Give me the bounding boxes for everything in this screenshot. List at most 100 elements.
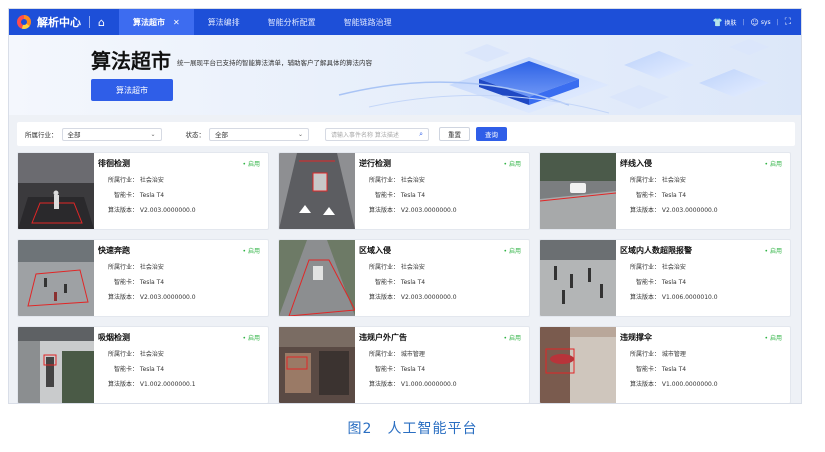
industry-select[interactable]: 全部 ⌄ bbox=[61, 127, 162, 141]
card-title: 吸烟检测 bbox=[98, 333, 130, 342]
field-value: V1.000.0000000.0 bbox=[661, 381, 718, 388]
industry-row: 所属行业： 社会治安 bbox=[622, 175, 686, 184]
field-label: 算法版本： bbox=[368, 294, 399, 301]
tab-link-governance[interactable]: 智能链路治理 bbox=[330, 9, 406, 35]
algorithm-card[interactable]: 快速奔跑 • 启用 所属行业： 社会治安 智能卡： Tesla T4 算法版本：… bbox=[17, 239, 269, 317]
user-menu[interactable]: ☺ sys bbox=[751, 18, 771, 27]
field-value: Tesla T4 bbox=[139, 279, 165, 286]
tab-analysis-config[interactable]: 智能分析配置 bbox=[254, 9, 330, 35]
status-badge: • 启用 bbox=[503, 335, 521, 342]
query-button[interactable]: 查询 bbox=[476, 127, 507, 141]
card-row: 智能卡： Tesla T4 bbox=[622, 277, 686, 286]
algorithm-card[interactable]: 逆行检测 • 启用 所属行业： 社会治安 智能卡： Tesla T4 算法版本：… bbox=[278, 152, 530, 230]
user-name: sys bbox=[760, 18, 771, 26]
divider bbox=[89, 16, 90, 28]
field-value: 社会治安 bbox=[400, 264, 425, 271]
card-title: 违规撑伞 bbox=[620, 333, 652, 342]
brand-logo-icon bbox=[17, 15, 31, 29]
industry-row: 所属行业： 城市管理 bbox=[622, 349, 686, 358]
field-label: 所属行业： bbox=[629, 351, 660, 358]
status-select-value: 全部 bbox=[215, 131, 228, 139]
tab-label: 算法超市 bbox=[132, 17, 165, 27]
fullscreen-icon[interactable]: ⛶ bbox=[785, 17, 791, 27]
chevron-down-icon: ⌄ bbox=[150, 130, 156, 138]
card-title: 区域内人数超限报警 bbox=[620, 246, 692, 255]
industry-row: 所属行业： 社会治安 bbox=[100, 349, 164, 358]
field-value: 社会治安 bbox=[661, 264, 686, 271]
search-input[interactable]: 请输入事件名称 算法描述 ⌕ bbox=[325, 127, 429, 141]
status-badge: • 启用 bbox=[503, 248, 521, 255]
status-label: 状态： bbox=[185, 131, 206, 139]
skin-label: 换肤 bbox=[724, 19, 737, 27]
industry-select-value: 全部 bbox=[67, 131, 81, 139]
status-select[interactable]: 全部 ⌄ bbox=[209, 127, 309, 141]
field-label: 智能卡： bbox=[635, 279, 660, 286]
field-label: 算法版本： bbox=[368, 381, 399, 388]
industry-row: 所属行业： 社会治安 bbox=[361, 175, 425, 184]
card-thumbnail bbox=[279, 153, 355, 229]
algorithm-card[interactable]: 吸烟检测 • 启用 所属行业： 社会治安 智能卡： Tesla T4 算法版本：… bbox=[17, 326, 269, 403]
version-row: 算法版本： V1.006.0000010.0 bbox=[622, 292, 718, 301]
field-label: 算法版本： bbox=[107, 207, 138, 214]
user-icon: ☺ bbox=[750, 17, 759, 27]
field-value: Tesla T4 bbox=[661, 279, 687, 286]
algorithm-card[interactable]: 区域内人数超限报警 • 启用 所属行业： 社会治安 智能卡： Tesla T4 … bbox=[539, 239, 791, 317]
algorithm-card[interactable]: 绊线入侵 • 启用 所属行业： 社会治安 智能卡： Tesla T4 算法版本：… bbox=[539, 152, 791, 230]
card-thumbnail bbox=[540, 327, 616, 403]
field-value: 社会治安 bbox=[139, 177, 164, 184]
version-row: 算法版本： V2.003.0000000.0 bbox=[100, 205, 196, 214]
field-label: 所属行业： bbox=[107, 351, 138, 358]
status-badge: • 启用 bbox=[764, 335, 782, 342]
field-value: V2.003.0000000.0 bbox=[139, 207, 196, 214]
version-row: 算法版本： V2.003.0000000.0 bbox=[100, 292, 196, 301]
field-value: 社会治安 bbox=[400, 177, 425, 184]
skin-button[interactable]: 👕 换肤 bbox=[712, 18, 736, 27]
card-row: 智能卡： Tesla T4 bbox=[100, 277, 164, 286]
algorithm-card[interactable]: 违规户外广告 • 启用 所属行业： 城市管理 智能卡： Tesla T4 算法版… bbox=[278, 326, 530, 403]
page-title: 算法超市 bbox=[91, 49, 171, 73]
close-icon[interactable]: ✕ bbox=[173, 18, 180, 27]
filter-bar: 所属行业： 全部 ⌄ 状态： 全部 ⌄ 请输入事件名称 算法描述 ⌕ 重置 查询 bbox=[17, 122, 795, 146]
field-value: Tesla T4 bbox=[661, 366, 687, 373]
tab-algorithm-orchestration[interactable]: 算法编排 bbox=[194, 9, 254, 35]
field-value: V1.002.0000000.1 bbox=[139, 381, 196, 388]
field-value: 城市管理 bbox=[661, 351, 686, 358]
card-row: 智能卡： Tesla T4 bbox=[100, 364, 164, 373]
field-label: 算法版本： bbox=[629, 381, 660, 388]
card-thumbnail bbox=[540, 153, 616, 229]
card-thumbnail bbox=[18, 240, 94, 316]
card-thumbnail bbox=[279, 327, 355, 403]
industry-label: 所属行业： bbox=[25, 131, 58, 139]
reset-button[interactable]: 重置 bbox=[439, 127, 470, 141]
industry-row: 所属行业： 社会治安 bbox=[622, 262, 686, 271]
algorithm-card[interactable]: 徘徊检测 • 启用 所属行业： 社会治安 智能卡： Tesla T4 算法版本：… bbox=[17, 152, 269, 230]
field-value: 社会治安 bbox=[661, 177, 686, 184]
card-title: 快速奔跑 bbox=[98, 246, 130, 255]
field-value: V1.006.0000010.0 bbox=[661, 294, 718, 301]
home-icon[interactable]: ⌂ bbox=[98, 16, 105, 29]
status-badge: • 启用 bbox=[242, 161, 260, 168]
status-badge: • 启用 bbox=[764, 248, 782, 255]
field-label: 所属行业： bbox=[368, 264, 399, 271]
field-value: Tesla T4 bbox=[400, 192, 426, 199]
field-value: Tesla T4 bbox=[139, 366, 165, 373]
field-value: V2.003.0000000.0 bbox=[400, 294, 457, 301]
tab-algorithm-market[interactable]: 算法超市 ✕ bbox=[118, 9, 194, 35]
field-label: 所属行业： bbox=[107, 177, 138, 184]
field-label: 智能卡： bbox=[635, 192, 660, 199]
algorithm-card[interactable]: 区域入侵 • 启用 所属行业： 社会治安 智能卡： Tesla T4 算法版本：… bbox=[278, 239, 530, 317]
algorithm-card[interactable]: 违规撑伞 • 启用 所属行业： 城市管理 智能卡： Tesla T4 算法版本：… bbox=[539, 326, 791, 403]
field-label: 智能卡： bbox=[374, 279, 399, 286]
algorithm-market-button[interactable]: 算法超市 bbox=[91, 79, 173, 101]
field-value: V2.003.0000000.0 bbox=[400, 207, 457, 214]
field-label: 所属行业： bbox=[629, 177, 660, 184]
card-title: 区域入侵 bbox=[359, 246, 391, 255]
brand-name: 解析中心 bbox=[37, 16, 81, 29]
banner: 算法超市 统一展现平台已支持的智能算法清单，辅助客户了解具体的算法内容 算法超市 bbox=[9, 35, 801, 115]
version-row: 算法版本： V1.000.0000000.0 bbox=[361, 379, 457, 388]
card-thumbnail bbox=[279, 240, 355, 316]
status-badge: • 启用 bbox=[242, 248, 260, 255]
field-label: 智能卡： bbox=[374, 366, 399, 373]
search-icon[interactable]: ⌕ bbox=[419, 130, 423, 139]
divider: | bbox=[742, 18, 745, 26]
